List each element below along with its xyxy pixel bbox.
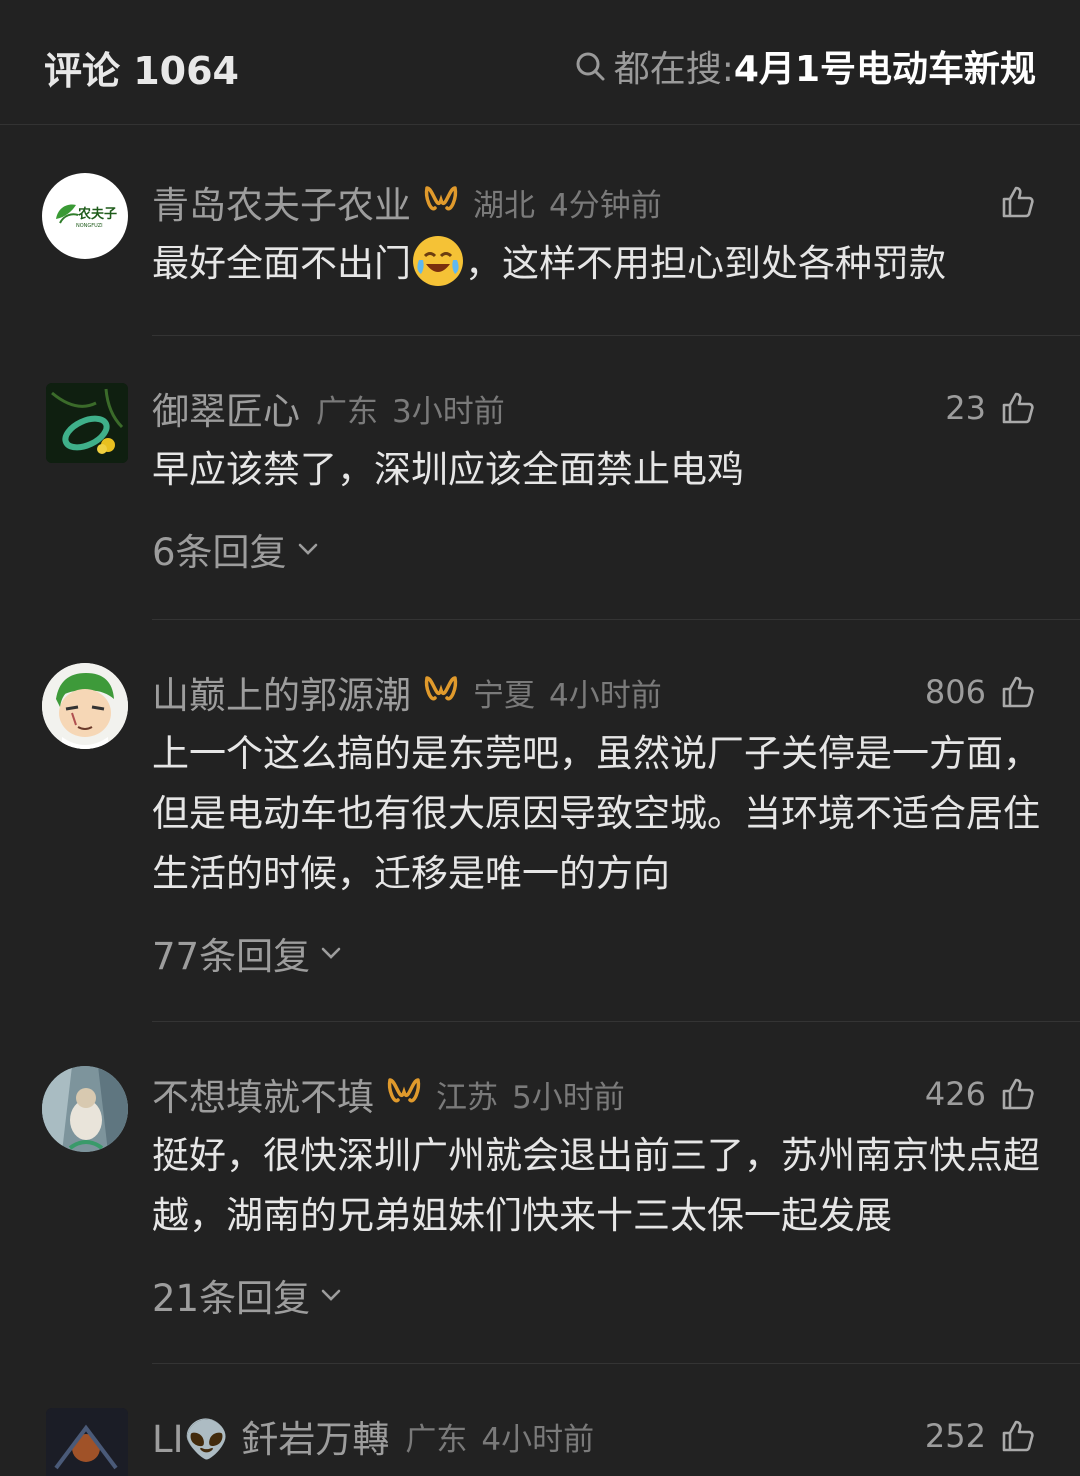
avatar[interactable]: 农夫子 NONGFUZI	[42, 173, 128, 259]
username[interactable]: 山巅上的郭源潮	[152, 665, 411, 719]
trending-search-link[interactable]: 都在搜: 4月1号电动车新规	[574, 40, 1036, 92]
svg-text:农夫子: 农夫子	[77, 206, 117, 222]
search-icon	[576, 52, 605, 81]
jade-bracelet-avatar-icon	[46, 383, 128, 463]
divider	[152, 1021, 1080, 1022]
avatar[interactable]	[42, 663, 128, 749]
timestamp: 5小时前	[512, 1079, 625, 1116]
member-badge-icon	[423, 674, 459, 710]
comment-meta: 青岛农夫子农业 湖北 4分钟前	[152, 180, 662, 227]
comment-text: 挺好，很快深圳广州就会退出前三了，苏州南京快点超越，湖南的兄弟姐妹们快来十三太保…	[152, 1134, 1040, 1237]
timestamp: 4小时前	[549, 677, 662, 714]
like-count: 23	[945, 389, 986, 427]
thumbs-up-icon	[1002, 676, 1034, 708]
username[interactable]: 御翠匠心	[152, 381, 300, 435]
location: 湖北	[473, 187, 535, 224]
like-button[interactable]: 252	[925, 1414, 1036, 1458]
location: 宁夏	[473, 677, 535, 714]
member-badge-icon	[423, 184, 459, 220]
comment-meta: LI👽 釺岩万轉 广东 4小时前	[152, 1414, 595, 1461]
search-prefix: 都在搜:	[613, 49, 734, 90]
replies-count: 77条回复	[152, 935, 311, 978]
avatar[interactable]	[42, 1066, 128, 1152]
comment-meta: 不想填就不填 江苏 5小时前	[152, 1072, 625, 1119]
username[interactable]: 不想填就不填	[152, 1067, 374, 1121]
like-count: 426	[924, 1075, 986, 1113]
comments-count-title: 评论 1064	[44, 49, 239, 93]
username[interactable]: 青岛农夫子农业	[152, 175, 411, 229]
view-replies-button[interactable]: 21条回复	[152, 1268, 344, 1322]
comment-meta: 山巅上的郭源潮 宁夏 4小时前	[152, 670, 662, 717]
like-count: 252	[924, 1417, 986, 1455]
timestamp: 4分钟前	[549, 187, 662, 224]
timestamp: 4小时前	[481, 1421, 595, 1458]
username[interactable]: LI👽 釺岩万轉	[152, 1409, 389, 1463]
view-replies-button[interactable]: 77条回复	[152, 926, 344, 980]
thumbs-up-icon	[1002, 1078, 1034, 1110]
chevron-down-icon	[321, 1289, 341, 1301]
like-count: 806	[924, 673, 986, 711]
divider	[152, 335, 1080, 336]
comment-text: 上一个这么搞的是东莞吧，虽然说厂子关停是一方面，但是电动车也有很大原因导致空城。…	[152, 732, 1040, 895]
replies-count: 6条回复	[152, 531, 287, 574]
avatar[interactable]	[46, 1408, 128, 1476]
location: 广东	[405, 1421, 468, 1458]
comments-header: 评论 1064 都在搜: 4月1号电动车新规	[0, 0, 1080, 125]
photo-avatar-icon	[42, 1066, 128, 1152]
member-badge-icon	[386, 1076, 422, 1112]
avatar[interactable]	[46, 383, 128, 463]
leaf-logo-icon: 农夫子 NONGFUZI	[56, 204, 117, 229]
search-query[interactable]: 4月1号电动车新规	[734, 40, 1036, 92]
chevron-down-icon	[321, 947, 341, 959]
like-button[interactable]	[986, 180, 1036, 224]
cartoon-character-avatar-icon	[42, 663, 128, 749]
like-button[interactable]: 23	[945, 386, 1036, 430]
comment-text: 最好全面不出门 ，这样不用担心到处各种罚款	[152, 234, 1042, 294]
like-button[interactable]: 426	[925, 1072, 1036, 1116]
location: 广东	[316, 393, 378, 430]
divider	[152, 619, 1080, 620]
chevron-down-icon	[298, 543, 317, 555]
like-button[interactable]: 806	[925, 670, 1036, 714]
thumbs-up-icon	[1002, 392, 1034, 424]
thumbs-up-icon	[1002, 186, 1034, 218]
timestamp: 3小时前	[392, 393, 505, 430]
divider	[152, 1363, 1080, 1364]
photo-avatar-icon	[46, 1408, 128, 1476]
crying-laughing-emoji-icon	[413, 236, 463, 286]
location: 江苏	[436, 1079, 498, 1116]
comment-meta: 御翠匠心 广东 3小时前	[152, 386, 505, 433]
svg-text:NONGFUZI: NONGFUZI	[76, 223, 103, 229]
comment-text: 早应该禁了，深圳应该全面禁止电鸡	[152, 448, 744, 491]
view-replies-button[interactable]: 6条回复	[152, 522, 321, 576]
thumbs-up-icon	[1002, 1420, 1034, 1452]
replies-count: 21条回复	[152, 1277, 311, 1320]
